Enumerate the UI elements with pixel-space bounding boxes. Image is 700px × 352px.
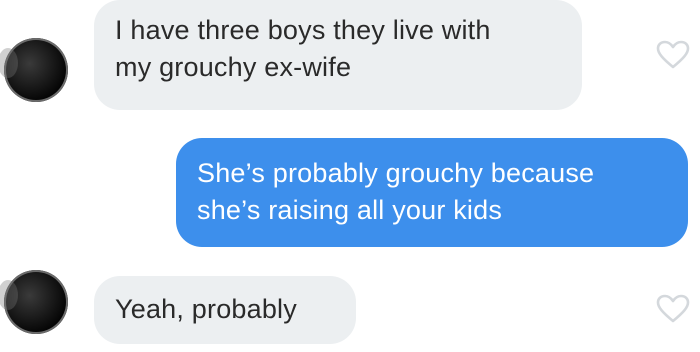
message-text-line: I have three boys they live with [115, 15, 491, 45]
message-text-line: she’s raising all your kids [197, 195, 503, 225]
avatar[interactable] [0, 38, 68, 102]
heart-outline-icon[interactable] [656, 294, 690, 324]
message-text-line: She’s probably grouchy because [197, 158, 595, 188]
message-text-line: Yeah, probably [115, 294, 297, 324]
incoming-message-bubble[interactable]: Yeah, probably [94, 276, 356, 344]
heart-outline-icon[interactable] [656, 40, 690, 70]
message-text-line: my grouchy ex-wife [115, 52, 352, 82]
avatar[interactable] [0, 270, 68, 334]
incoming-message-bubble[interactable]: I have three boys they live with my grou… [94, 0, 582, 110]
outgoing-message-bubble[interactable]: She’s probably grouchy because she’s rai… [176, 138, 688, 247]
